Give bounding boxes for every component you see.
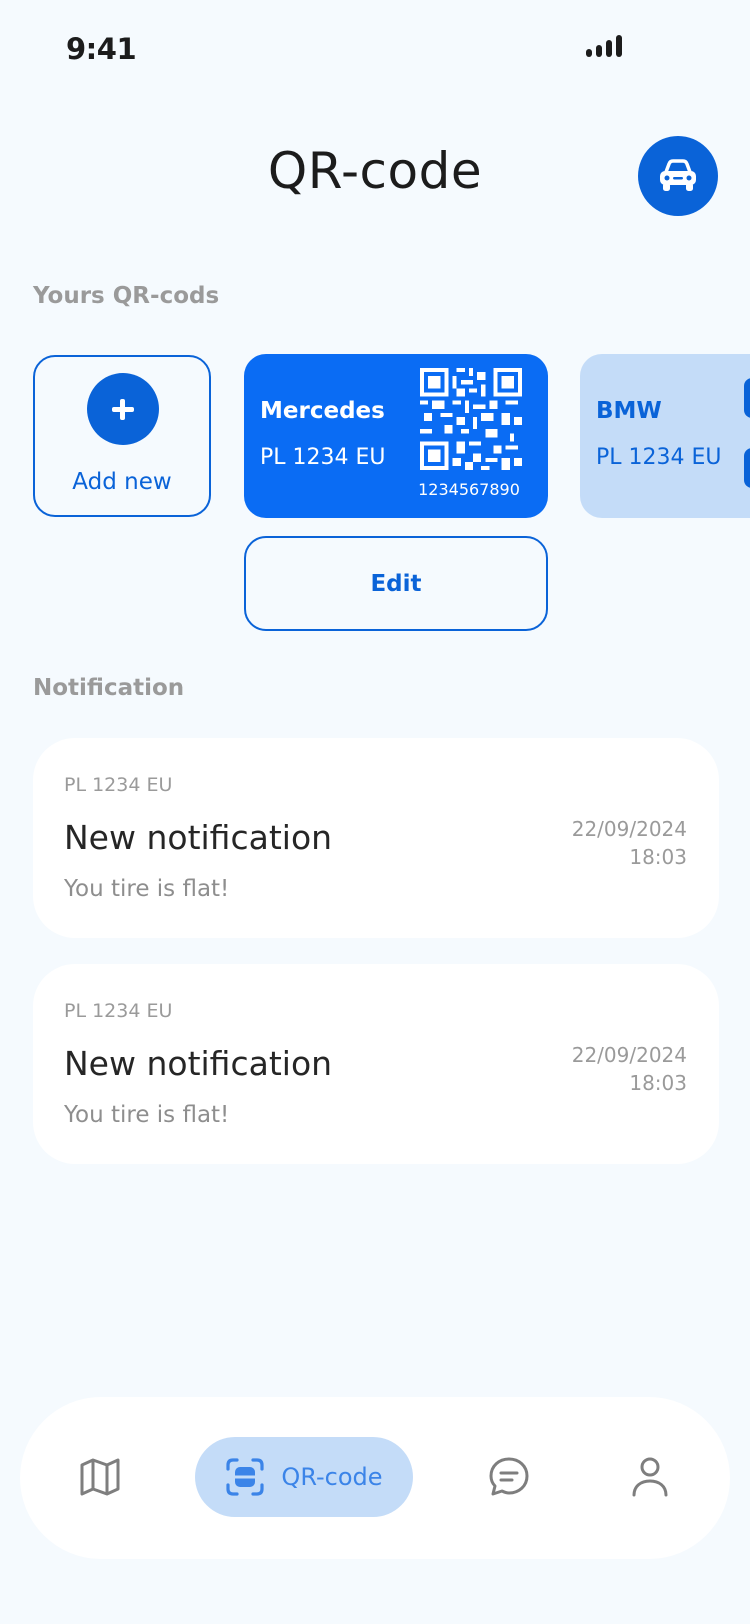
add-new-label: Add new (72, 469, 172, 495)
notification-section-title: Notification (33, 675, 185, 701)
add-new-card[interactable]: Add new (33, 355, 211, 517)
nav-map[interactable] (70, 1437, 130, 1517)
signal-icon (586, 35, 622, 57)
plus-icon (87, 373, 159, 445)
car-icon (660, 159, 696, 191)
notification-card[interactable]: PL 1234 EU New notification You tire is … (33, 738, 719, 938)
notification-title: New notification (64, 818, 333, 857)
notification-time: 18:03 (629, 845, 687, 869)
notification-title: New notification (64, 1044, 333, 1083)
nav-qr-label: QR-code (281, 1463, 383, 1491)
notification-card[interactable]: PL 1234 EU New notification You tire is … (33, 964, 719, 1164)
nav-chat[interactable] (479, 1437, 539, 1517)
notification-date: 22/09/2024 (571, 817, 687, 841)
car-button[interactable] (638, 136, 718, 216)
notification-plate: PL 1234 EU (64, 1000, 173, 1022)
qr-code-icon (744, 378, 750, 488)
notification-date: 22/09/2024 (571, 1043, 687, 1067)
nav-profile[interactable] (620, 1437, 680, 1517)
chat-icon (489, 1457, 529, 1496)
map-icon (80, 1458, 120, 1496)
qr-scan-icon (226, 1458, 265, 1496)
qr-code-icon (420, 368, 522, 470)
notification-time: 18:03 (629, 1071, 687, 1095)
qr-card-bmw[interactable]: BMW PL 1234 EU (580, 354, 750, 518)
card-car-name: BMW (596, 398, 662, 424)
status-time: 9:41 (66, 32, 137, 66)
notification-body: You tire is flat! (64, 876, 230, 902)
nav-qr-code[interactable]: QR-code (195, 1437, 413, 1517)
card-car-name: Mercedes (260, 398, 385, 424)
card-plate: PL 1234 EU (260, 445, 386, 470)
edit-button[interactable]: Edit (244, 536, 548, 631)
card-plate: PL 1234 EU (596, 445, 722, 470)
notification-body: You tire is flat! (64, 1102, 230, 1128)
qr-code-number: 1234567890 (418, 480, 520, 499)
qr-code-screen: 9:41 QR-code Yours QR-cods Add new Merce… (0, 0, 750, 1624)
profile-icon (632, 1457, 668, 1497)
qr-card-mercedes[interactable]: Mercedes PL 1234 EU 1234567890 (244, 354, 548, 518)
qr-section-title: Yours QR-cods (33, 283, 220, 309)
bottom-nav: QR-code (20, 1397, 730, 1559)
notification-plate: PL 1234 EU (64, 774, 173, 796)
